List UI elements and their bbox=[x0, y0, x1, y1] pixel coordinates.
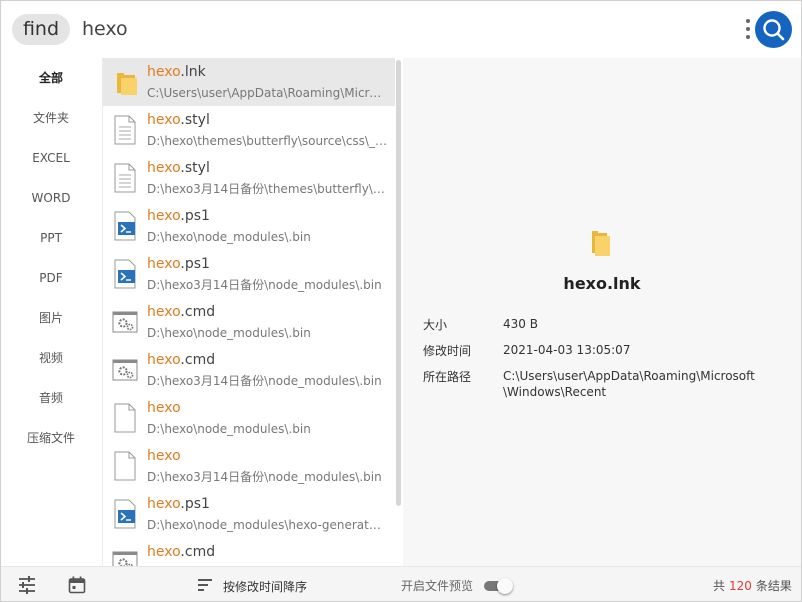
sidebar-item-pdf[interactable]: PDF bbox=[1, 263, 101, 293]
file-extension: .lnk bbox=[180, 64, 206, 80]
app-window: find 全部 文件夹 EXCEL WORD PPT PDF 图片 视频 音频 … bbox=[0, 0, 802, 602]
result-row[interactable]: hexo.ps1 D:\hexo3月14日备份\node_modules\.bi… bbox=[103, 250, 395, 298]
match-text: hexo bbox=[147, 160, 181, 176]
sidebar-item-images[interactable]: 图片 bbox=[1, 303, 101, 333]
status-bar: 按修改时间降序 开启文件预览 共 120 条结果 bbox=[1, 566, 801, 601]
powershell-icon bbox=[111, 210, 139, 242]
text-file-icon bbox=[111, 114, 139, 146]
match-text: hexo bbox=[147, 352, 181, 368]
size-value: 430 B bbox=[503, 317, 538, 331]
powershell-icon bbox=[111, 498, 139, 530]
detail-file-name: hexo.lnk bbox=[563, 274, 641, 293]
blank-file-icon bbox=[111, 402, 139, 434]
match-text: hexo bbox=[147, 208, 181, 224]
sidebar-item-all[interactable]: 全部 bbox=[1, 63, 101, 93]
result-row[interactable]: hexo.lnk C:\Users\user\AppData\Roaming\M… bbox=[103, 58, 395, 106]
file-path: D:\hexo\themes\butterfly\source\css\_t..… bbox=[147, 134, 387, 148]
file-extension: .ps1 bbox=[180, 208, 210, 224]
file-extension: .cmd bbox=[180, 544, 216, 560]
result-row[interactable]: hexo.cmd D:\hexo3月14日备份\node_modules\.bi… bbox=[103, 346, 395, 394]
match-text: hexo bbox=[147, 256, 181, 272]
match-text: hexo bbox=[147, 448, 181, 464]
match-text: hexo bbox=[147, 400, 181, 416]
category-sidebar: 全部 文件夹 EXCEL WORD PPT PDF 图片 视频 音频 压缩文件 bbox=[1, 58, 101, 566]
result-row[interactable]: hexo.styl D:\hexo3月14日备份\themes\butterfl… bbox=[103, 154, 395, 202]
sort-icon bbox=[197, 577, 213, 596]
file-path: D:\hexo3月14日备份\node_modules\.bin bbox=[147, 374, 382, 388]
result-row[interactable]: hexo.ps1 D:\hexo\node_modules\.bin bbox=[103, 202, 395, 250]
result-row[interactable]: hexo D:\hexo3月14日备份\node_modules\.bin bbox=[103, 442, 395, 490]
cmd-gear-icon bbox=[111, 354, 139, 386]
match-text: hexo bbox=[147, 544, 181, 560]
cmd-gear-icon bbox=[111, 306, 139, 338]
search-button[interactable] bbox=[755, 11, 792, 48]
match-text: hexo bbox=[147, 112, 181, 128]
file-path: D:\hexo3月14日备份\node_modules\.bin bbox=[147, 278, 382, 292]
calendar-icon[interactable] bbox=[68, 576, 86, 594]
modified-value: 2021-04-03 13:05:07 bbox=[503, 343, 631, 357]
file-path: D:\hexo\node_modules\.bin bbox=[147, 230, 311, 244]
match-text: hexo bbox=[147, 304, 181, 320]
path-value: C:\Users\user\AppData\Roaming\Microsoft\… bbox=[503, 369, 755, 399]
file-extension: .ps1 bbox=[180, 256, 210, 272]
search-bar: find bbox=[1, 1, 801, 58]
blank-file-icon bbox=[111, 450, 139, 482]
match-text: hexo bbox=[147, 496, 181, 512]
file-extension: .cmd bbox=[180, 304, 216, 320]
preview-toggle[interactable] bbox=[484, 578, 514, 594]
sidebar-item-ppt[interactable]: PPT bbox=[1, 223, 101, 253]
folder-icon bbox=[111, 66, 139, 98]
sort-label: 按修改时间降序 bbox=[223, 580, 308, 594]
result-count-number: 120 bbox=[729, 579, 752, 593]
result-row[interactable]: hexo.cmd bbox=[103, 538, 395, 566]
powershell-icon bbox=[111, 258, 139, 290]
size-label: 大小 bbox=[423, 318, 448, 332]
detail-panel: hexo.lnk 大小 430 B 修改时间 2021-04-03 13:05:… bbox=[403, 58, 801, 566]
folder-icon bbox=[590, 228, 612, 258]
result-row[interactable]: hexo.ps1 D:\hexo\node_modules\hexo-gener… bbox=[103, 490, 395, 538]
file-path: D:\hexo3月14日备份\node_modules\.bin bbox=[147, 470, 382, 484]
file-extension: .ps1 bbox=[180, 496, 210, 512]
sidebar-item-word[interactable]: WORD bbox=[1, 183, 101, 213]
search-input[interactable] bbox=[82, 16, 682, 42]
sidebar-item-folder[interactable]: 文件夹 bbox=[1, 103, 101, 133]
filter-settings-icon[interactable] bbox=[18, 576, 36, 594]
file-path: D:\hexo\node_modules\.bin bbox=[147, 326, 311, 340]
results-list[interactable]: hexo.lnk C:\Users\user\AppData\Roaming\M… bbox=[102, 58, 402, 566]
file-extension: .cmd bbox=[180, 352, 216, 368]
file-extension: .styl bbox=[180, 160, 210, 176]
sidebar-item-video[interactable]: 视频 bbox=[1, 343, 101, 373]
file-extension: .styl bbox=[180, 112, 210, 128]
result-count: 共 120 条结果 bbox=[713, 579, 792, 593]
more-menu-icon[interactable] bbox=[744, 19, 752, 41]
sidebar-item-archives[interactable]: 压缩文件 bbox=[1, 423, 101, 453]
file-path: D:\hexo3月14日备份\themes\butterfly\s... bbox=[147, 182, 387, 196]
list-scrollbar[interactable] bbox=[396, 60, 401, 506]
sidebar-item-excel[interactable]: EXCEL bbox=[1, 143, 101, 173]
result-row[interactable]: hexo.styl D:\hexo\themes\butterfly\sourc… bbox=[103, 106, 395, 154]
file-path: D:\hexo\node_modules\.bin bbox=[147, 422, 311, 436]
search-icon bbox=[763, 19, 785, 41]
text-file-icon bbox=[111, 162, 139, 194]
file-path: C:\Users\user\AppData\Roaming\Micro... bbox=[147, 86, 387, 100]
cmd-gear-icon bbox=[111, 546, 139, 566]
sidebar-item-audio[interactable]: 音频 bbox=[1, 383, 101, 413]
result-row[interactable]: hexo.cmd D:\hexo\node_modules\.bin bbox=[103, 298, 395, 346]
path-label: 所在路径 bbox=[423, 370, 472, 384]
file-path: D:\hexo\node_modules\hexo-generato... bbox=[147, 518, 387, 532]
search-mode-button[interactable]: find bbox=[12, 14, 70, 45]
match-text: hexo bbox=[147, 64, 181, 80]
preview-label: 开启文件预览 bbox=[401, 579, 474, 593]
modified-label: 修改时间 bbox=[423, 344, 472, 358]
result-row[interactable]: hexo D:\hexo\node_modules\.bin bbox=[103, 394, 395, 442]
